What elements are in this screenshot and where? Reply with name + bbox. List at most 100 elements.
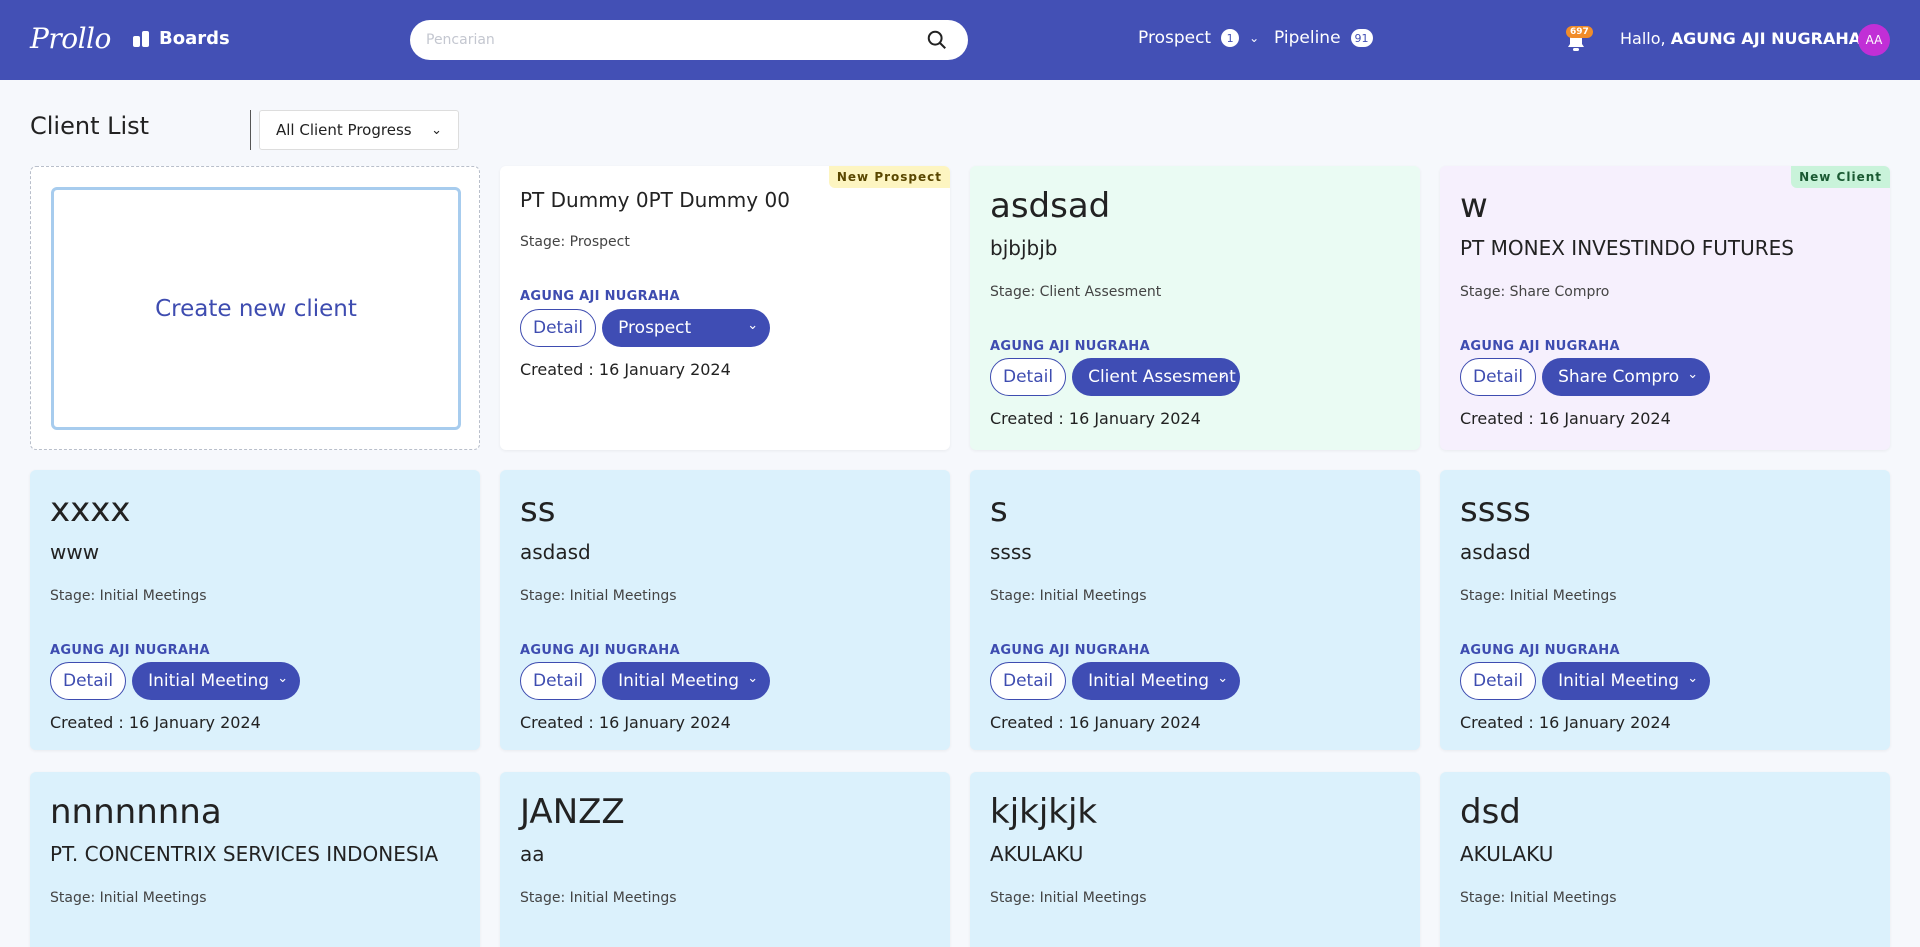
client-title: xxxx — [50, 490, 131, 530]
client-card[interactable]: nnnnnnna PT. CONCENTRIX SERVICES INDONES… — [30, 772, 480, 947]
client-owner: AGUNG AJI NUGRAHA — [50, 643, 210, 658]
chevron-down-icon: ⌄ — [1217, 671, 1229, 686]
client-actions: Detail Client Assesment ⌄ — [990, 358, 1241, 396]
client-created-date: Created : 16 January 2024 — [990, 409, 1201, 428]
chevron-down-icon: ⌄ — [277, 671, 289, 686]
client-title: nnnnnnna — [50, 792, 222, 832]
client-card[interactable]: kjkjkjk AKULAKU Stage: Initial Meetings — [970, 772, 1420, 947]
client-title: dsd — [1460, 792, 1521, 832]
notification-badge: 697 — [1566, 26, 1593, 38]
stage-select-value: Share Compro — [1558, 367, 1680, 387]
stage-select[interactable]: Initial Meeting ⌄ — [602, 662, 771, 700]
detail-button[interactable]: Detail — [1460, 358, 1537, 396]
search-input[interactable] — [426, 20, 906, 60]
client-stage: Stage: Initial Meetings — [50, 890, 207, 906]
stage-select[interactable]: Client Assesment ⌄ — [1072, 358, 1241, 396]
stage-select-value: Initial Meeting — [148, 671, 270, 691]
nav-prospect-label: Prospect — [1138, 28, 1212, 48]
nav-prospect-badge: 1 — [1221, 29, 1240, 47]
client-card[interactable]: ss asdasd Stage: Initial Meetings AGUNG … — [500, 470, 950, 750]
client-actions: Detail Initial Meeting ⌄ — [50, 662, 301, 700]
create-client-button[interactable]: Create new client — [51, 187, 461, 430]
client-created-date: Created : 16 January 2024 — [1460, 713, 1671, 732]
client-title: ss — [520, 490, 556, 530]
detail-button[interactable]: Detail — [990, 358, 1067, 396]
client-card[interactable]: dsd AKULAKU Stage: Initial Meetings — [1440, 772, 1890, 947]
client-subtitle: PT. CONCENTRIX SERVICES INDONESIA — [50, 842, 439, 866]
stage-select-value: Initial Meeting — [1088, 671, 1210, 691]
client-title: ssss — [1460, 490, 1531, 530]
client-actions: Detail Initial Meeting ⌄ — [990, 662, 1241, 700]
stage-select-value: Prospect — [618, 318, 692, 338]
avatar[interactable]: AA — [1858, 24, 1890, 56]
client-subtitle: ssss — [990, 540, 1032, 564]
search-icon[interactable] — [926, 29, 948, 51]
client-subtitle: AKULAKU — [990, 842, 1084, 866]
client-card[interactable]: xxxx www Stage: Initial Meetings AGUNG A… — [30, 470, 480, 750]
detail-button[interactable]: Detail — [520, 309, 597, 347]
client-title: JANZZ — [520, 792, 625, 832]
client-owner: AGUNG AJI NUGRAHA — [520, 643, 680, 658]
client-actions: Detail Prospect ⌄ — [520, 309, 771, 347]
detail-button[interactable]: Detail — [520, 662, 597, 700]
client-actions: Detail Share Compro ⌄ — [1460, 358, 1711, 396]
progress-filter-select[interactable]: All Client Progress ⌄ — [259, 110, 459, 150]
client-subtitle: aa — [520, 842, 545, 866]
stage-select[interactable]: Share Compro ⌄ — [1542, 358, 1711, 396]
client-title: s — [990, 490, 1008, 530]
user-greeting[interactable]: Hallo, AGUNG AJI NUGRAHA — [1620, 29, 1861, 48]
app-logo[interactable]: Prollo — [30, 22, 111, 55]
search-bar — [410, 20, 968, 60]
nav-pipeline-label: Pipeline — [1274, 28, 1341, 48]
client-card[interactable]: ssss asdasd Stage: Initial Meetings AGUN… — [1440, 470, 1890, 750]
detail-button[interactable]: Detail — [1460, 662, 1537, 700]
client-subtitle: asdasd — [1460, 540, 1531, 564]
stage-select[interactable]: Prospect ⌄ — [602, 309, 771, 347]
stage-select[interactable]: Initial Meeting ⌄ — [132, 662, 301, 700]
top-navbar: Prollo Boards Prospect 1 ⌄ Pipeline 91 6… — [0, 0, 1920, 80]
chevron-down-icon: ⌄ — [747, 318, 759, 333]
new-client-badge: New Client — [1791, 166, 1890, 188]
client-stage: Stage: Prospect — [520, 234, 630, 250]
detail-button[interactable]: Detail — [990, 662, 1067, 700]
chevron-down-icon: ⌄ — [431, 122, 442, 138]
client-card[interactable]: JANZZ aa Stage: Initial Meetings — [500, 772, 950, 947]
chevron-down-icon: ⌄ — [1687, 671, 1699, 686]
client-owner: AGUNG AJI NUGRAHA — [990, 339, 1150, 354]
client-created-date: Created : 16 January 2024 — [50, 713, 261, 732]
client-subtitle: www — [50, 540, 100, 564]
client-stage: Stage: Initial Meetings — [1460, 588, 1617, 604]
stage-select[interactable]: Initial Meeting ⌄ — [1542, 662, 1711, 700]
filter-selected-value: All Client Progress — [276, 121, 412, 139]
chevron-down-icon: ⌄ — [1687, 367, 1699, 382]
detail-button[interactable]: Detail — [50, 662, 127, 700]
client-subtitle: PT MONEX INVESTINDO FUTURES — [1460, 236, 1794, 260]
client-actions: Detail Initial Meeting ⌄ — [520, 662, 771, 700]
new-prospect-badge: New Prospect — [828, 166, 950, 188]
client-actions: Detail Initial Meeting ⌄ — [1460, 662, 1711, 700]
boards-label: Boards — [159, 28, 230, 49]
client-stage: Stage: Initial Meetings — [50, 588, 207, 604]
greeting-text: Hallo, — [1620, 29, 1666, 48]
client-owner: AGUNG AJI NUGRAHA — [990, 643, 1150, 658]
client-owner: AGUNG AJI NUGRAHA — [1460, 643, 1620, 658]
nav-pipeline-badge: 91 — [1350, 29, 1373, 47]
client-stage: Stage: Initial Meetings — [520, 890, 677, 906]
client-title: kjkjkjk — [990, 792, 1098, 832]
stage-select-value: Initial Meeting — [1558, 671, 1680, 691]
client-stage: Stage: Share Compro — [1460, 284, 1610, 300]
client-card[interactable]: asdsad bjbjbjb Stage: Client Assesment A… — [970, 166, 1420, 450]
nav-prospect[interactable]: Prospect 1 ⌄ — [1138, 28, 1259, 48]
boards-link[interactable]: Boards — [133, 28, 230, 49]
chevron-down-icon: ⌄ — [1249, 31, 1260, 45]
client-subtitle: asdasd — [520, 540, 591, 564]
nav-pipeline[interactable]: Pipeline 91 — [1274, 28, 1373, 48]
client-card[interactable]: s ssss Stage: Initial Meetings AGUNG AJI… — [970, 470, 1420, 750]
create-client-card: Create new client — [30, 166, 480, 450]
client-card[interactable]: New Prospect PT Dummy 0PT Dummy 00 Stage… — [500, 166, 950, 450]
client-owner: AGUNG AJI NUGRAHA — [520, 289, 680, 304]
client-card[interactable]: New Client w PT MONEX INVESTINDO FUTURES… — [1440, 166, 1890, 450]
stage-select[interactable]: Initial Meeting ⌄ — [1072, 662, 1241, 700]
client-title: asdsad — [990, 186, 1111, 226]
stage-select-value: Client Assesment — [1088, 367, 1236, 387]
